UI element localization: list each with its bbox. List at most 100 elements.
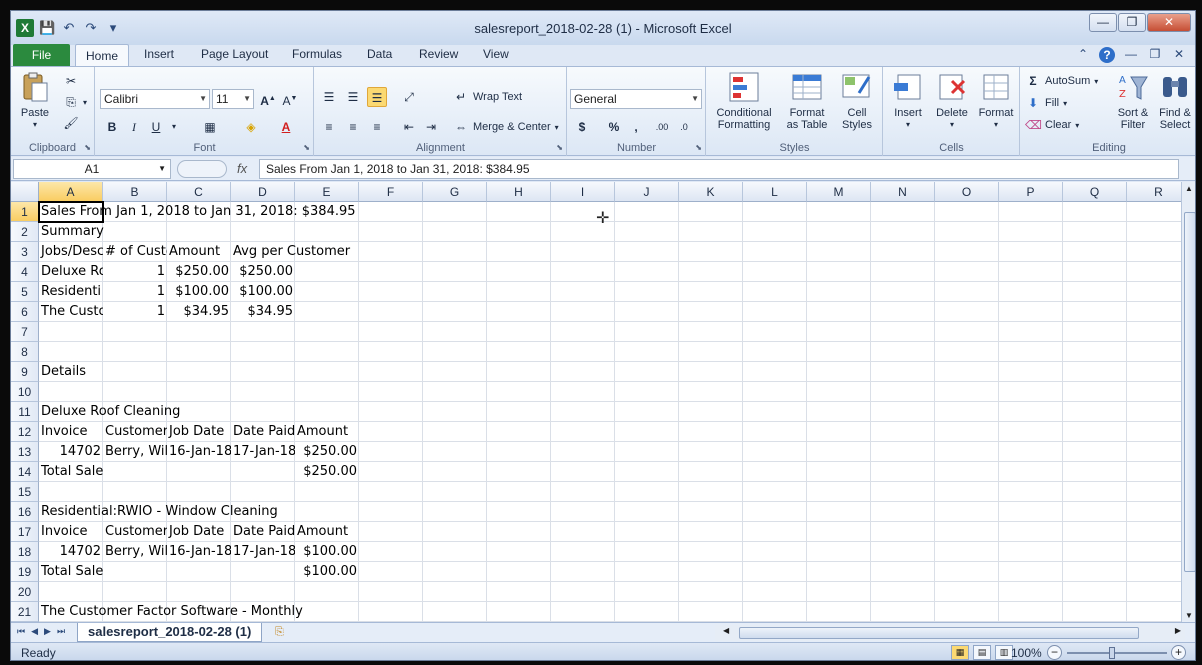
column-header-k[interactable]: K — [679, 182, 743, 202]
close-button[interactable]: ✕ — [1147, 13, 1191, 32]
cell-b3[interactable]: # of Custo — [103, 242, 167, 262]
format-cells-button[interactable]: Format ▾ — [976, 71, 1016, 131]
minimize-ribbon-icon[interactable]: ⌃ — [1075, 47, 1091, 63]
row-header-18[interactable]: 18 — [11, 542, 39, 562]
prev-sheet-icon[interactable]: ◀ — [31, 626, 38, 637]
currency-button[interactable]: $ — [572, 117, 592, 137]
cell-d17[interactable]: Date Paid — [231, 522, 295, 542]
formula-input[interactable]: Sales From Jan 1, 2018 to Jan 31, 2018: … — [259, 159, 1179, 179]
align-top-icon[interactable]: ☰ — [319, 87, 339, 107]
font-launcher-icon[interactable]: ⬊ — [303, 143, 310, 152]
tab-page-layout[interactable]: Page Layout — [201, 47, 268, 61]
row-header-20[interactable]: 20 — [11, 582, 39, 602]
workbook-minimize-icon[interactable]: — — [1123, 47, 1139, 63]
zoom-slider-thumb[interactable] — [1109, 647, 1115, 659]
zoom-out-button[interactable]: − — [1047, 645, 1062, 660]
cell-a14[interactable]: Total Sale — [39, 462, 103, 482]
percent-button[interactable]: % — [604, 117, 624, 137]
page-layout-view-icon[interactable]: ▤ — [973, 645, 991, 660]
cell-d13[interactable]: 17-Jan-18 — [231, 442, 295, 462]
bold-button[interactable]: B — [102, 117, 122, 137]
number-launcher-icon[interactable]: ⬊ — [695, 143, 702, 152]
cell-styles-button[interactable]: Cell Styles — [835, 71, 879, 131]
row-header-4[interactable]: 4 — [11, 262, 39, 282]
copy-button[interactable]: ⎘ ▾ — [63, 94, 87, 110]
scroll-down-icon[interactable]: ▼ — [1185, 611, 1193, 620]
scroll-up-icon[interactable]: ▲ — [1185, 184, 1193, 193]
spreadsheet-grid[interactable]: A B C D E F G H I J K L M N O P Q R 1 2 3 4 5 6 7 8 9 10 11 12 13 14 15 1… — [11, 182, 1181, 622]
cell-e17[interactable]: Amount — [295, 522, 359, 542]
tab-formulas[interactable]: Formulas — [292, 47, 342, 61]
column-header-i[interactable]: I — [551, 182, 615, 202]
cell-c12[interactable]: Job Date — [167, 422, 231, 442]
align-left-icon[interactable]: ≡ — [319, 117, 339, 137]
format-painter-button[interactable]: 🖌 — [63, 115, 79, 131]
row-header-19[interactable]: 19 — [11, 562, 39, 582]
tab-file[interactable]: File — [13, 44, 70, 66]
row-header-2[interactable]: 2 — [11, 222, 39, 242]
merge-center-button[interactable]: ⇔ Merge & Center ▾ — [453, 119, 559, 135]
underline-dropdown-icon[interactable]: ▾ — [164, 117, 184, 137]
row-header-15[interactable]: 15 — [11, 482, 39, 502]
decrease-font-size-button[interactable]: A▼ — [280, 89, 300, 109]
cell-a11[interactable]: Deluxe Roof Cleaning — [39, 402, 180, 422]
horizontal-scrollbar[interactable]: ◀ ▶ — [715, 625, 1185, 641]
increase-indent-icon[interactable]: ⇥ — [421, 117, 441, 137]
name-box[interactable]: A1 ▼ — [13, 159, 171, 179]
orientation-icon[interactable]: ⤢ — [399, 87, 419, 107]
row-header-14[interactable]: 14 — [11, 462, 39, 482]
align-center-icon[interactable]: ≡ — [343, 117, 363, 137]
column-header-r[interactable]: R — [1127, 182, 1181, 202]
row-header-5[interactable]: 5 — [11, 282, 39, 302]
tab-view[interactable]: View — [483, 47, 509, 61]
column-header-q[interactable]: Q — [1063, 182, 1127, 202]
row-header-7[interactable]: 7 — [11, 322, 39, 342]
cell-c17[interactable]: Job Date — [167, 522, 231, 542]
cell-a18[interactable]: 14702 — [39, 542, 103, 562]
autosum-button[interactable]: Σ AutoSum ▾ — [1025, 73, 1098, 89]
delete-cells-button[interactable]: Delete ▾ — [932, 71, 972, 131]
cell-c18[interactable]: 16-Jan-18 — [167, 542, 231, 562]
cell-a12[interactable]: Invoice — [39, 422, 103, 442]
alignment-launcher-icon[interactable]: ⬊ — [556, 143, 563, 152]
horizontal-scroll-thumb[interactable] — [739, 627, 1139, 639]
align-middle-icon[interactable]: ☰ — [343, 87, 363, 107]
conditional-formatting-button[interactable]: Conditional Formatting — [709, 71, 779, 131]
row-header-16[interactable]: 16 — [11, 502, 39, 522]
cell-d4[interactable]: $250.00 — [231, 262, 295, 282]
cell-e12[interactable]: Amount — [295, 422, 359, 442]
row-header-17[interactable]: 17 — [11, 522, 39, 542]
row-header-6[interactable]: 6 — [11, 302, 39, 322]
cell-a3[interactable]: Jobs/Desc — [39, 242, 103, 262]
column-header-m[interactable]: M — [807, 182, 871, 202]
cell-e18[interactable]: $100.00 — [295, 542, 359, 562]
restore-button[interactable]: ❐ — [1118, 13, 1146, 32]
borders-icon[interactable]: ▦ — [200, 117, 220, 137]
tab-review[interactable]: Review — [419, 47, 458, 61]
cell-c4[interactable]: $250.00 — [167, 262, 231, 282]
paste-dropdown-icon[interactable]: ▾ — [17, 119, 53, 131]
cell-d12[interactable]: Date Paid — [231, 422, 295, 442]
row-header-10[interactable]: 10 — [11, 382, 39, 402]
cell-c13[interactable]: 16-Jan-18 — [167, 442, 231, 462]
column-header-n[interactable]: N — [871, 182, 935, 202]
first-sheet-icon[interactable]: ⏮ — [17, 626, 25, 637]
increase-decimal-icon[interactable]: .00 — [652, 117, 672, 137]
paste-button[interactable]: Paste ▾ — [17, 71, 53, 131]
column-header-f[interactable]: F — [359, 182, 423, 202]
tab-data[interactable]: Data — [367, 47, 392, 61]
cell-b12[interactable]: Customer — [103, 422, 167, 442]
column-header-b[interactable]: B — [103, 182, 167, 202]
font-size-select[interactable]: 11 ▼ — [212, 89, 254, 109]
cell-d3[interactable]: Avg per Customer — [231, 242, 350, 262]
cell-e13[interactable]: $250.00 — [295, 442, 359, 462]
font-name-select[interactable]: Calibri ▼ — [100, 89, 210, 109]
sort-filter-button[interactable]: AZ Sort & Filter — [1113, 71, 1153, 131]
formula-bar-separator[interactable] — [177, 160, 227, 178]
decrease-decimal-icon[interactable]: .0 — [674, 117, 694, 137]
vertical-scroll-thumb[interactable] — [1184, 212, 1195, 572]
normal-view-icon[interactable]: ▦ — [951, 645, 969, 660]
cell-c3[interactable]: Amount — [167, 242, 231, 262]
comma-button[interactable]: , — [626, 117, 646, 137]
cell-a16[interactable]: Residential:RWIO - Window Cleaning — [39, 502, 278, 522]
